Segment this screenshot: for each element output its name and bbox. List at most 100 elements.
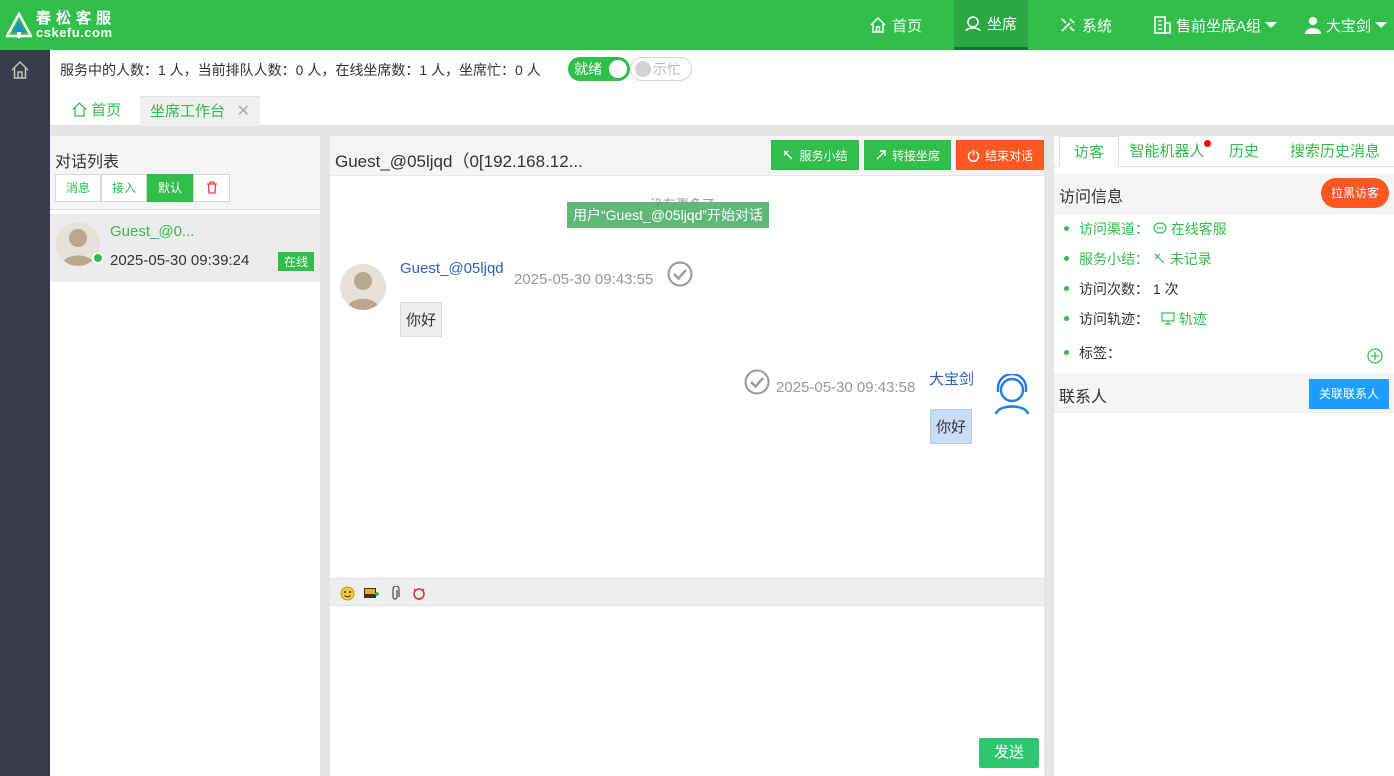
chat-title: Guest_@05ljqd（0[192.168.12... xyxy=(335,152,583,171)
trace-icon xyxy=(1161,312,1175,325)
filter-accept-button[interactable]: 接入 xyxy=(101,174,147,202)
image-icon[interactable] xyxy=(363,585,379,601)
channel-value[interactable]: 在线客服 xyxy=(1171,221,1227,237)
agent-headset-icon xyxy=(994,374,1030,415)
avatar xyxy=(340,264,386,310)
busy-toggle[interactable]: 示忙 xyxy=(630,57,692,81)
trace-label: 访问轨迹： xyxy=(1079,311,1149,327)
logo-en-text: cskefu.com xyxy=(36,25,113,40)
page-tabs: 首页 坐席工作台 ✕ xyxy=(50,88,1394,126)
add-tag-icon[interactable] xyxy=(1367,348,1383,364)
notification-dot xyxy=(1204,140,1211,147)
read-check-icon xyxy=(667,261,693,287)
contacts-title: 联系人 xyxy=(1059,389,1108,406)
tab-workbench-label: 坐席工作台 xyxy=(150,103,226,120)
chevron-down-icon xyxy=(1265,22,1278,28)
logo[interactable]: 春松客服 cskefu.com xyxy=(6,8,116,44)
visit-info-header: 访问信息 拉黑访客 xyxy=(1054,174,1394,214)
delete-button[interactable] xyxy=(193,174,230,202)
tab-history[interactable]: 历史 xyxy=(1214,136,1274,167)
home-icon xyxy=(870,16,886,33)
contacts-header: 联系人 关联联系人 xyxy=(1054,373,1394,413)
transfer-agent-button[interactable]: 转接坐席 xyxy=(864,140,951,170)
top-nav: 春松客服 cskefu.com 首页 坐席 系统 售前坐席A组 大宝剑 xyxy=(0,0,1394,50)
summary-icon xyxy=(783,150,793,160)
close-icon[interactable]: ✕ xyxy=(237,97,250,127)
nav-system-label: 系统 xyxy=(1082,17,1113,35)
tab-workbench[interactable]: 坐席工作台 ✕ xyxy=(140,96,260,126)
conversation-time: 2025-05-30 09:39:24 xyxy=(110,252,250,269)
read-check-icon xyxy=(744,369,770,395)
wechat-icon xyxy=(92,252,104,264)
tab-visitor[interactable]: 访客 xyxy=(1059,136,1119,167)
conversation-list-title: 对话列表 xyxy=(55,154,120,171)
editor-toolbar xyxy=(330,578,1044,605)
status-badge: 在线 xyxy=(277,252,314,271)
tree-logo-icon xyxy=(6,12,32,38)
message-bubble: 你好 xyxy=(930,409,973,444)
service-stats: 服务中的人数：1 人，当前排队人数：0 人，在线坐席数：1 人，坐席忙：0 人 xyxy=(60,62,541,78)
power-icon xyxy=(967,149,980,162)
service-summary-label: 服务小结 xyxy=(799,148,848,163)
trace-value[interactable]: 轨迹 xyxy=(1179,311,1207,327)
summary-label: 服务小结： xyxy=(1079,251,1149,267)
tags-label: 标签： xyxy=(1079,345,1121,361)
ready-toggle[interactable]: 就绪 xyxy=(568,57,630,81)
nav-agent[interactable]: 坐席 xyxy=(954,0,1028,50)
conversation-item[interactable]: Guest_@0... 2025-05-30 09:39:24 在线 xyxy=(50,214,320,282)
emoji-icon[interactable] xyxy=(339,585,355,601)
transfer-icon xyxy=(876,150,886,160)
blacklist-visitor-button[interactable]: 拉黑访客 xyxy=(1321,178,1389,208)
right-tabs: 访客 智能机器人 历史 搜索历史消息 xyxy=(1054,136,1394,167)
nav-user-dropdown[interactable]: 大宝剑 xyxy=(1305,0,1388,50)
screenshot-icon[interactable] xyxy=(411,585,427,601)
attachment-icon[interactable] xyxy=(387,585,403,601)
filter-default-button[interactable]: 默认 xyxy=(147,174,193,202)
visit-info-title: 访问信息 xyxy=(1059,189,1124,206)
visitor-info-panel: 访客 智能机器人 历史 搜索历史消息 访问信息 拉黑访客 访问渠道： 在线客服 … xyxy=(1054,136,1394,776)
message-time: 2025-05-30 09:43:58 xyxy=(776,379,916,396)
nav-group-dropdown[interactable]: 售前坐席A组 xyxy=(1153,0,1278,50)
tab-search-history[interactable]: 搜索历史消息 xyxy=(1276,136,1394,167)
left-rail xyxy=(0,50,50,776)
filter-message-button[interactable]: 消息 xyxy=(55,174,101,202)
system-message: 用户“Guest_@05ljqd”开始对话 xyxy=(567,202,770,228)
trash-icon xyxy=(206,181,217,194)
tools-icon xyxy=(1061,18,1075,32)
nav-home-label: 首页 xyxy=(892,17,923,35)
chat-panel: Guest_@05ljqd（0[192.168.12... 服务小结 转接坐席 … xyxy=(330,136,1044,776)
service-summary-button[interactable]: 服务小结 xyxy=(771,140,859,170)
visits-label: 访问次数： xyxy=(1079,281,1149,297)
link-contact-button[interactable]: 关联联系人 xyxy=(1309,379,1389,409)
nav-system[interactable]: 系统 xyxy=(1059,0,1112,50)
logo-cn-text: 春松客服 xyxy=(36,10,117,27)
nav-user-label: 大宝剑 xyxy=(1326,17,1372,35)
chat-header: Guest_@05ljqd（0[192.168.12... 服务小结 转接坐席 … xyxy=(330,136,1044,176)
home-icon xyxy=(72,102,87,117)
building-icon xyxy=(1154,16,1171,34)
chevron-down-icon xyxy=(1375,22,1388,28)
tab-home[interactable]: 首页 xyxy=(72,96,121,126)
info-row-tags: 标签： xyxy=(1064,343,1121,363)
info-row-summary: 服务小结： 未记录 xyxy=(1064,249,1212,269)
tab-robot[interactable]: 智能机器人 xyxy=(1122,136,1212,167)
info-row-channel: 访问渠道： 在线客服 xyxy=(1064,219,1227,239)
headset-icon xyxy=(965,15,981,31)
conversation-name: Guest_@0... xyxy=(110,223,195,240)
ready-label: 就绪 xyxy=(574,61,602,77)
info-row-trace: 访问轨迹： 轨迹 xyxy=(1064,309,1207,329)
summary-icon xyxy=(1154,253,1165,264)
chat-bubble-icon xyxy=(1153,222,1167,234)
conversation-list-header: 对话列表 消息 接入 默认 xyxy=(50,136,320,210)
nav-group-label: 售前坐席A组 xyxy=(1176,17,1262,35)
user-icon xyxy=(1305,17,1321,34)
home-icon[interactable] xyxy=(10,60,30,80)
message-input[interactable] xyxy=(330,605,1044,776)
end-chat-button[interactable]: 结束对话 xyxy=(956,140,1044,170)
end-chat-label: 结束对话 xyxy=(984,148,1033,163)
send-button[interactable]: 发送 xyxy=(979,738,1039,768)
summary-value[interactable]: 未记录 xyxy=(1170,251,1212,267)
nav-home[interactable]: 首页 xyxy=(869,0,922,50)
conversation-list-panel: 对话列表 消息 接入 默认 Guest_@0... 2025-05-30 09:… xyxy=(50,136,320,776)
visits-value: 1 次 xyxy=(1152,281,1179,297)
